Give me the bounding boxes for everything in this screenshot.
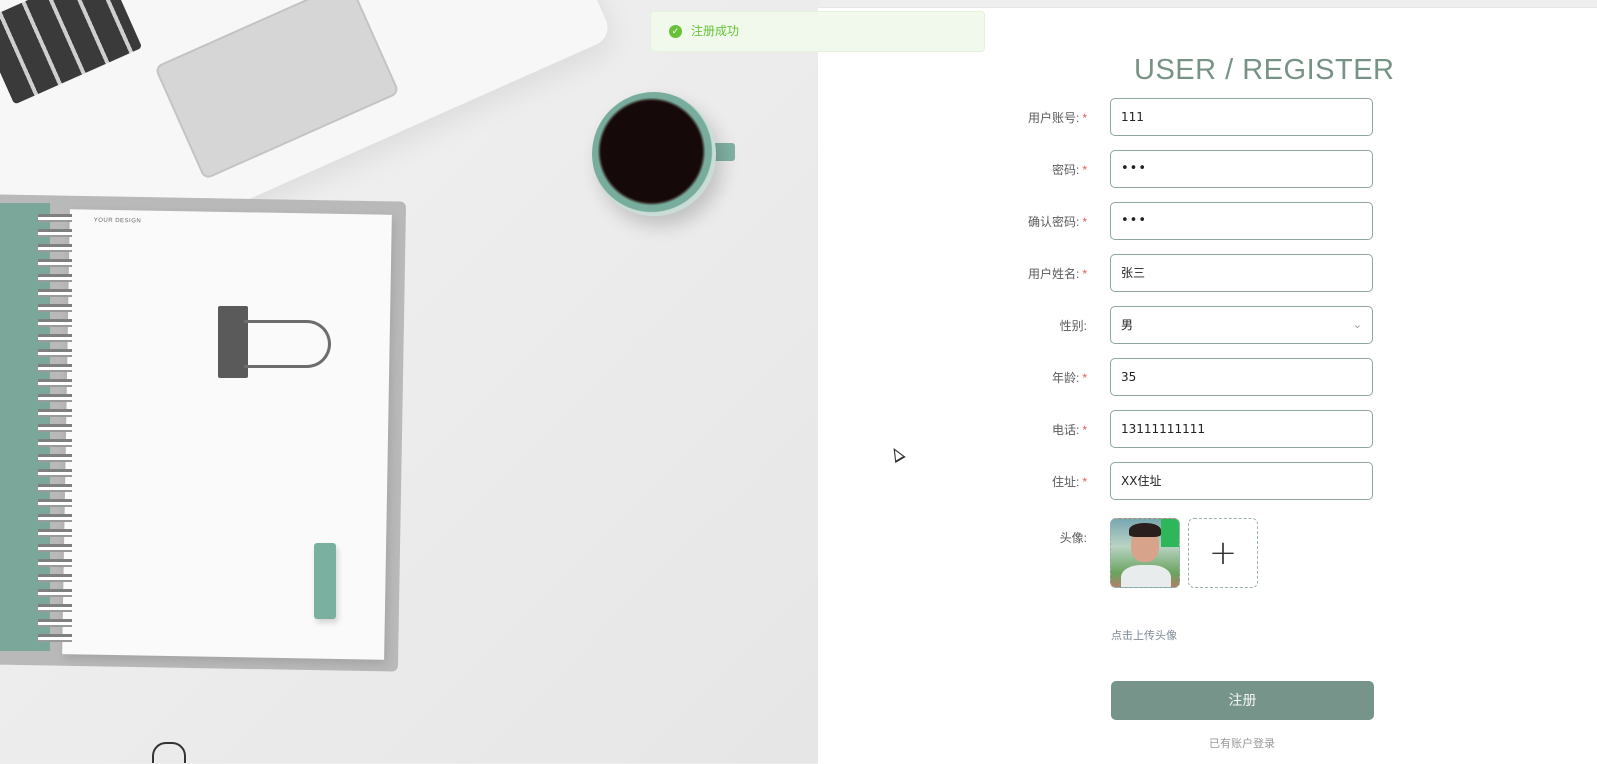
confirm-password-input[interactable]: ••• (1110, 202, 1373, 240)
confirm-password-label: 确认密码: * (1027, 215, 1087, 229)
phone-label: 电话: * (1051, 423, 1087, 437)
required-mark: * (1082, 371, 1087, 385)
form-row-name: 用户姓名: * 张三 (1000, 254, 1373, 294)
paperclip-image (152, 742, 186, 763)
toast-message: 注册成功 (691, 24, 740, 38)
form-row-gender: 性别: 男 ⌄ (1000, 306, 1373, 346)
username-label: 用户账号: * (1027, 111, 1087, 125)
avatar-shirt (1121, 565, 1171, 587)
avatar-label: 头像: (1059, 531, 1087, 545)
age-input[interactable]: 35 (1110, 358, 1373, 396)
success-toast: ✓ 注册成功 (650, 11, 985, 52)
required-mark: * (1082, 163, 1087, 177)
form-row-avatar: 头像: + (1000, 518, 1370, 590)
address-label: 住址: * (1051, 475, 1087, 489)
notebook-spiral-image (38, 214, 72, 646)
login-link[interactable]: 已有账户登录 (1209, 735, 1275, 751)
notebook-page-label: YOUR DESIGN (93, 217, 142, 225)
notebook-page-image: YOUR DESIGN (62, 209, 392, 660)
page-title: USER / REGISTER (1134, 54, 1395, 86)
avatar-bg-accent (1161, 519, 1179, 547)
required-mark: * (1082, 475, 1087, 489)
phone-input[interactable]: 13111111111 (1110, 410, 1373, 448)
form-row-address: 住址: * XX住址 (1000, 462, 1373, 502)
plus-icon: + (1208, 533, 1238, 573)
required-mark: * (1082, 267, 1087, 281)
gender-select-value: 男 (1121, 318, 1134, 332)
age-label: 年龄: * (1051, 371, 1087, 385)
form-row-age: 年龄: * 35 (1000, 358, 1373, 398)
eraser-image (314, 543, 336, 619)
form-row-confirm-password: 确认密码: * ••• (1000, 202, 1373, 242)
form-row-password: 密码: * ••• (1000, 150, 1373, 190)
required-mark: * (1082, 111, 1087, 125)
password-label: 密码: * (1051, 163, 1087, 177)
chevron-down-icon: ⌄ (1352, 318, 1362, 331)
required-mark: * (1082, 423, 1087, 437)
gender-select[interactable]: 男 ⌄ (1110, 306, 1373, 344)
upload-hint: 点击上传头像 (1111, 630, 1177, 642)
form-row-phone: 电话: * 13111111111 (1000, 410, 1373, 450)
binder-clip-wire-image (244, 320, 331, 368)
coffee-cup-image (592, 92, 716, 216)
avatar-preview-image[interactable] (1110, 518, 1180, 588)
upload-avatar-button[interactable]: + (1188, 518, 1258, 588)
check-circle-icon: ✓ (669, 25, 682, 38)
form-row-username: 用户账号: * 111 (1000, 98, 1373, 138)
name-label: 用户姓名: * (1027, 267, 1087, 281)
avatar-hair (1129, 523, 1161, 537)
register-button[interactable]: 注册 (1111, 681, 1374, 720)
username-input[interactable]: 111 (1110, 98, 1373, 136)
background-illustration: YOUR DESIGN (0, 0, 818, 763)
required-mark: * (1082, 215, 1087, 229)
password-input[interactable]: ••• (1110, 150, 1373, 188)
name-input[interactable]: 张三 (1110, 254, 1373, 292)
address-input[interactable]: XX住址 (1110, 462, 1373, 500)
gender-label: 性别: (1059, 319, 1087, 333)
